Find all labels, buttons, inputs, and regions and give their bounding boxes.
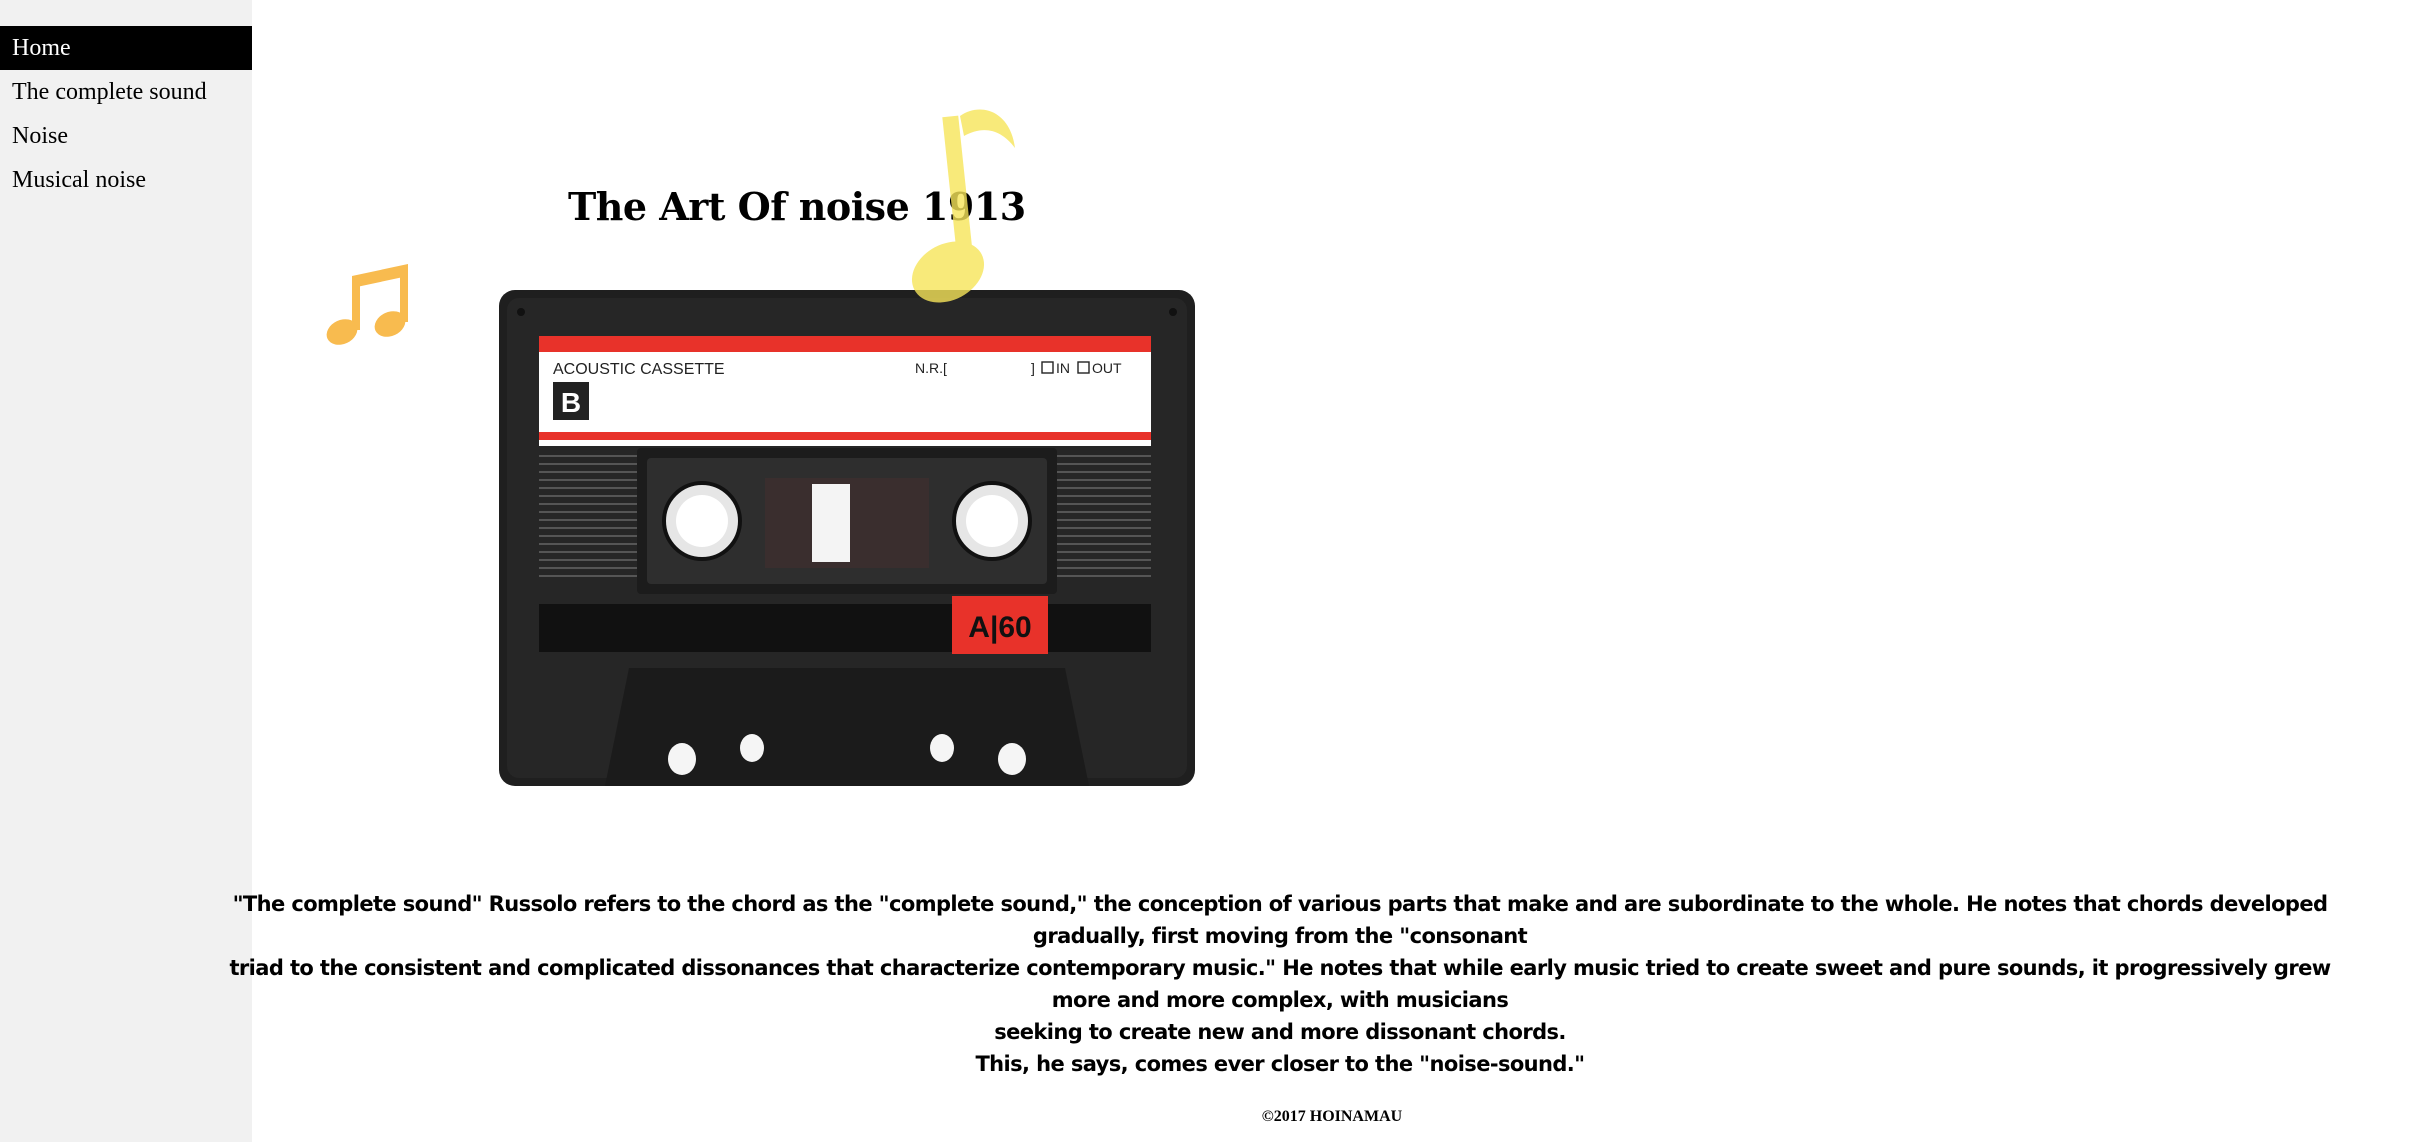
description-paragraph: "The complete sound" Russolo refers to t… bbox=[200, 888, 2360, 1080]
cassette-length-label: A|60 bbox=[968, 611, 1031, 644]
footer-copyright: ©2017 HOINAMAU bbox=[1261, 1108, 1403, 1125]
paragraph-line-2: triad to the consistent and complicated … bbox=[229, 956, 2331, 1012]
cassette-nr-close: ] bbox=[1031, 360, 1035, 376]
nav-item-home[interactable]: Home bbox=[0, 26, 252, 70]
cassette-side-label: B bbox=[561, 387, 581, 418]
paragraph-line-1: "The complete sound" Russolo refers to t… bbox=[232, 892, 2328, 948]
nav-item-the-complete-sound[interactable]: The complete sound bbox=[0, 70, 252, 114]
cassette-out-label: OUT bbox=[1092, 360, 1122, 376]
nav-item-musical-noise[interactable]: Musical noise bbox=[0, 158, 252, 202]
cassette-brand-text: ACOUSTIC CASSETTE bbox=[553, 361, 725, 378]
eighth-note-icon bbox=[911, 109, 1015, 303]
nav-item-noise[interactable]: Noise bbox=[0, 114, 252, 158]
paragraph-line-4: This, he says, comes ever closer to the … bbox=[975, 1052, 1585, 1076]
beamed-notes-icon bbox=[326, 264, 408, 345]
paragraph-line-3: seeking to create new and more dissonant… bbox=[994, 1020, 1566, 1044]
page: Home The complete sound Noise Musical no… bbox=[0, 0, 2412, 1142]
nav-list: Home The complete sound Noise Musical no… bbox=[0, 26, 252, 202]
cassette-in-label: IN bbox=[1056, 360, 1070, 376]
cassette-nr-label: N.R.[ bbox=[915, 360, 947, 376]
cassette-image: ACOUSTIC CASSETTE B N.R.[ ] IN OUT A|60 bbox=[499, 290, 1195, 786]
